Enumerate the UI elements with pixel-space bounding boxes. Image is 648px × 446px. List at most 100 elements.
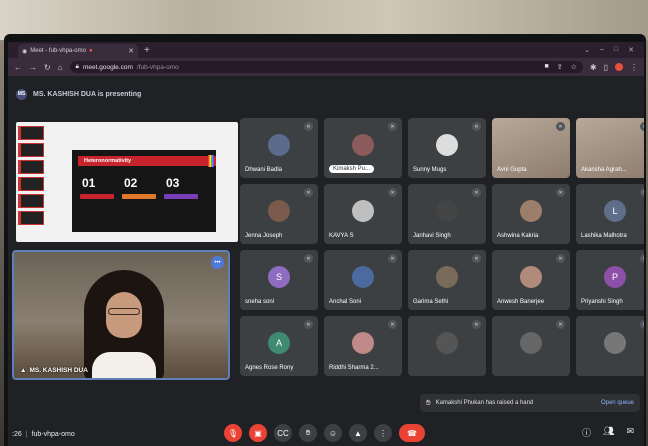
address-bar[interactable]: 🔒︎ meet.google.com/fub-vhpa-omo ■ ⇪ ☆ — [69, 61, 583, 73]
participant-tile[interactable]: ✕ Dhwani Badla — [240, 118, 318, 178]
mic-muted-icon: ✕ — [556, 122, 565, 131]
participant-tile[interactable]: S ✕ sneha soni — [240, 250, 318, 310]
more-options-icon[interactable]: ••• — [211, 256, 224, 269]
browser-toolbar: ← → ↻ ⌂ 🔒︎ meet.google.com/fub-vhpa-omo … — [8, 58, 644, 76]
presenter-name: ▲ MS. KASHISH DUA — [20, 367, 88, 374]
participant-avatar — [436, 134, 458, 156]
mic-muted-icon: ✕ — [304, 122, 313, 131]
participant-tile[interactable]: ✕ KAVYA S — [324, 184, 402, 244]
mic-muted-icon: ✕ — [472, 188, 481, 197]
slide-thumbnail — [18, 160, 44, 174]
forward-icon[interactable]: → — [29, 63, 37, 72]
tab-title: Meet - fub-vhpa-omo — [30, 48, 86, 54]
recording-icon: ● — [88, 48, 93, 54]
participant-avatar: A — [268, 332, 290, 354]
participant-name: Anwesh Banerjee — [497, 299, 545, 305]
participant-tile[interactable]: ✕ Ashwina Kakria — [492, 184, 570, 244]
chat-icon[interactable]: ✉ — [626, 426, 634, 439]
participant-avatar — [352, 200, 374, 222]
tab-strip: ◉ Meet - fub-vhpa-omo ● ✕ + ⌄ – □ ✕ — [8, 42, 644, 58]
mic-muted-icon: ✕ — [388, 188, 397, 197]
minimize-icon[interactable]: – — [600, 46, 604, 54]
camera-indicator-icon[interactable]: ■ — [545, 63, 549, 71]
emoji-icon[interactable]: ☺ — [324, 424, 342, 442]
participant-name: Kimaksh Pu... — [329, 165, 375, 173]
reload-icon[interactable]: ↻ — [44, 63, 51, 72]
present-icon[interactable]: ▲ — [349, 424, 367, 442]
slide-thumbnail — [18, 126, 44, 140]
participant-tile[interactable]: ✕ Riddhi Sharma 2... — [324, 316, 402, 376]
presenter-tile[interactable]: ••• ▲ MS. KASHISH DUA — [12, 250, 230, 380]
participant-tile[interactable]: ✕ Anchal Soni — [324, 250, 402, 310]
separator: | — [25, 430, 28, 438]
raise-hand-icon[interactable]: ✋︎ — [299, 424, 317, 442]
open-queue-button[interactable]: Open queue — [601, 400, 634, 406]
meeting-controls-bar: :26 | fub-vhpa-omo 🎙︎ ▣ CC ✋︎ ☺ ▲ ⋮ ☎︎ ⓘ… — [8, 422, 644, 446]
participant-avatar: P — [604, 266, 626, 288]
raised-hand-icon: ✋︎ — [426, 398, 431, 407]
participant-avatar — [520, 332, 542, 354]
home-icon[interactable]: ⌂ — [58, 63, 63, 72]
participant-avatar — [352, 332, 374, 354]
slide-point-bar — [122, 194, 156, 199]
new-tab-button[interactable]: + — [144, 45, 150, 56]
people-icon[interactable]: 👥︎ — [603, 426, 614, 439]
participant-avatar: S — [268, 266, 290, 288]
participant-avatar — [520, 200, 542, 222]
mic-muted-icon: ✕ — [388, 254, 397, 263]
participant-tile[interactable]: L ✕ Lashika Malhotra — [576, 184, 644, 244]
camera-off-icon[interactable]: ▣ — [249, 424, 267, 442]
participant-tile[interactable]: ✕ Anwesh Banerjee — [492, 250, 570, 310]
side-controls: ⓘ 👥︎ ✉ — [582, 426, 634, 439]
share-icon[interactable]: ⇪ — [557, 63, 563, 71]
participant-tile[interactable]: ✕ Sunny Mugs — [408, 118, 486, 178]
mic-muted-icon: ✕ — [640, 254, 644, 263]
meeting-code: fub-vhpa-omo — [31, 430, 75, 438]
back-icon[interactable]: ← — [14, 63, 22, 72]
slide-number-1: 01 — [82, 176, 96, 190]
slide-point-bar — [164, 194, 198, 199]
mic-off-icon[interactable]: 🎙︎ — [224, 424, 242, 442]
current-slide: Heteronormativity 01 02 03 — [72, 150, 216, 232]
participant-tile[interactable]: ✕ Akansha Agrah... — [576, 118, 644, 178]
participant-avatar — [268, 200, 290, 222]
window-controls: ⌄ – □ ✕ — [584, 46, 644, 54]
slide-point-bar — [80, 194, 114, 199]
participant-tile[interactable]: ✕ — [492, 316, 570, 376]
participant-tile[interactable]: ✕ Kimaksh Pu... — [324, 118, 402, 178]
mic-muted-icon: ✕ — [304, 320, 313, 329]
side-panel-icon[interactable]: ▯ — [604, 63, 608, 72]
participant-tile[interactable]: ✕ — [576, 316, 644, 376]
slide-thumbnail — [18, 211, 44, 225]
browser-tab[interactable]: ◉ Meet - fub-vhpa-omo ● ✕ — [18, 44, 138, 58]
participant-tile[interactable]: ✕ Garima Sethi — [408, 250, 486, 310]
participant-tile[interactable]: ✕ Jenna Joseph — [240, 184, 318, 244]
mic-muted-icon: ✕ — [388, 122, 397, 131]
presentation-view[interactable]: Heteronormativity 01 02 03 — [16, 122, 238, 242]
bookmark-star-icon[interactable]: ☆ — [571, 63, 577, 71]
participant-tile[interactable]: A ✕ Agnes Rose Rony — [240, 316, 318, 376]
info-icon[interactable]: ⓘ — [582, 426, 591, 439]
participant-name: sneha soni — [245, 299, 275, 305]
close-tab-icon[interactable]: ✕ — [128, 47, 134, 55]
participant-avatar — [436, 332, 458, 354]
mic-muted-icon: ✕ — [472, 254, 481, 263]
leave-call-button[interactable]: ☎︎ — [399, 424, 425, 442]
extensions-icon[interactable]: ✱ — [590, 63, 597, 72]
mic-muted-icon: ✕ — [640, 122, 644, 131]
participant-avatar: L — [604, 200, 626, 222]
participant-tile[interactable]: ✕ — [408, 316, 486, 376]
presenting-banner: MS MS. KASHISH DUA is presenting — [16, 86, 256, 102]
close-window-icon[interactable]: ✕ — [628, 46, 634, 54]
more-options-button[interactable]: ⋮ — [374, 424, 392, 442]
profile-avatar[interactable] — [615, 63, 623, 71]
tab-search-icon[interactable]: ⌄ — [584, 46, 590, 54]
participant-tile[interactable]: ✕ Janhavi Singh — [408, 184, 486, 244]
menu-icon[interactable]: ⋮ — [630, 63, 638, 72]
participant-tile[interactable]: P ✕ Priyanshi Singh — [576, 250, 644, 310]
maximize-icon[interactable]: □ — [614, 46, 618, 54]
participant-tile[interactable]: ✕ Avni Gupta — [492, 118, 570, 178]
participant-name: Agnes Rose Rony — [245, 365, 294, 371]
presenting-icon: ▲ — [20, 367, 27, 374]
captions-icon[interactable]: CC — [274, 424, 292, 442]
